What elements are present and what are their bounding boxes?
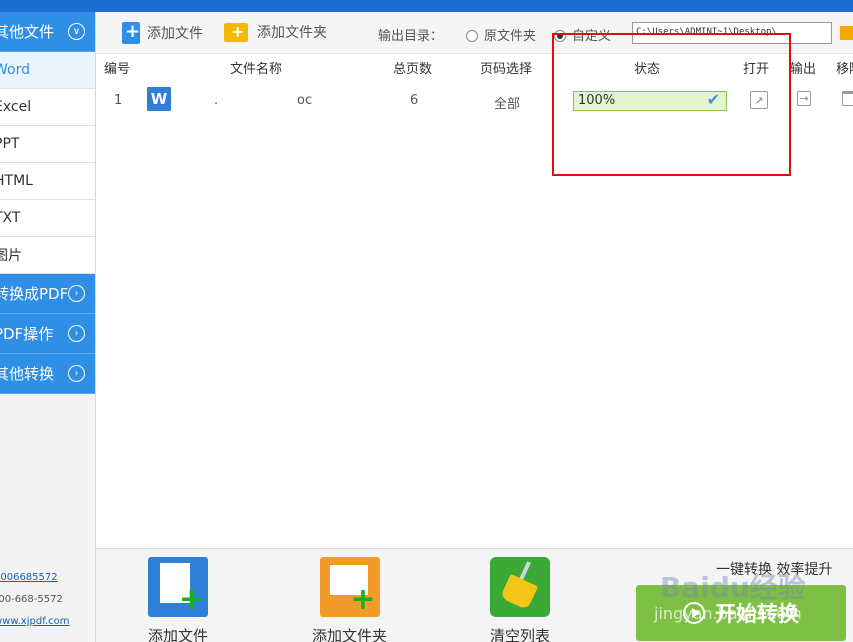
bottom-add-file-label: 添加文件 xyxy=(148,627,209,642)
sidebar-category-label: PDF操作 xyxy=(0,325,54,343)
radio-icon xyxy=(466,30,478,42)
toolbar-add-file-label: 添加文件 xyxy=(147,26,203,42)
watermark-logo: Baidu经验 xyxy=(660,571,806,604)
annotation-highlight-box xyxy=(552,33,791,176)
clear-list-button[interactable]: 清空列表 xyxy=(490,557,550,642)
contact-phone: 400-668-5572 xyxy=(0,594,63,605)
toolbar-add-folder-button[interactable]: 添加文件夹 xyxy=(224,22,327,42)
watermark-url: jingyan.baidu.com xyxy=(654,604,802,623)
chevron-down-icon: ∨ xyxy=(68,23,85,40)
sidebar-category-label: 其他文件 xyxy=(0,23,55,41)
bottom-add-folder-label: 添加文件夹 xyxy=(312,627,388,642)
chevron-right-icon: › xyxy=(68,285,85,302)
row-name-prefix: . xyxy=(214,93,219,108)
chevron-right-icon: › xyxy=(68,365,85,382)
clear-list-label: 清空列表 xyxy=(490,627,551,642)
sidebar-category-pdf-ops[interactable]: PDF操作 › xyxy=(0,314,95,354)
row-page-count: 6 xyxy=(410,93,419,108)
export-icon[interactable]: → xyxy=(797,91,811,106)
sidebar-item-label: Excel xyxy=(0,99,32,115)
row-page-range[interactable]: 全部 xyxy=(494,93,520,112)
sidebar-category-label: 其他转换 xyxy=(0,365,55,383)
sidebar-item-label: PPT xyxy=(0,136,20,152)
sidebar-category-other-files[interactable]: 其他文件 ∨ xyxy=(0,12,95,52)
chevron-right-icon: › xyxy=(68,325,85,342)
window-title-bar xyxy=(0,0,853,12)
sidebar-item-label: HTML xyxy=(0,173,33,189)
folder-browse-icon[interactable] xyxy=(840,26,853,40)
column-header-name: 文件名称 xyxy=(230,62,283,77)
sidebar-category-label: 转换成PDF xyxy=(0,285,69,303)
sidebar-item-label: TXT xyxy=(0,210,21,226)
column-header-range: 页码选择 xyxy=(480,62,533,77)
sidebar-item-excel[interactable]: Excel xyxy=(0,89,95,126)
column-header-remove: 移除 xyxy=(836,62,853,77)
sidebar-item-txt[interactable]: TXT xyxy=(0,200,95,237)
broom-icon xyxy=(490,557,550,617)
sidebar-item-ppt[interactable]: PPT xyxy=(0,126,95,163)
toolbar-add-folder-label: 添加文件夹 xyxy=(257,25,327,41)
radio-original-label: 原文件夹 xyxy=(484,29,537,44)
toolbar-add-file-button[interactable]: 添加文件 xyxy=(122,21,203,44)
sidebar-item-word[interactable]: Word xyxy=(0,52,95,89)
add-file-large-icon: + xyxy=(148,557,208,617)
row-index: 1 xyxy=(114,93,123,108)
contact-phone-link[interactable]: 4006685572 xyxy=(0,572,58,583)
sidebar: 其他文件 ∨ Word Excel PPT HTML TXT 图片 转换成PDF… xyxy=(0,12,96,642)
row-file-name: oc xyxy=(297,93,313,108)
word-file-icon: W xyxy=(147,87,171,111)
sidebar-item-image[interactable]: 图片 xyxy=(0,237,95,274)
column-header-index: 编号 xyxy=(104,62,131,77)
sidebar-item-label: 图片 xyxy=(0,248,22,264)
trash-icon[interactable] xyxy=(842,91,853,106)
add-folder-large-icon: + xyxy=(319,557,380,617)
column-header-pages: 总页数 xyxy=(393,62,433,77)
contact-website-link[interactable]: www.xjpdf.com xyxy=(0,616,70,627)
sidebar-item-label: Word xyxy=(0,62,30,78)
bottom-add-file-button[interactable]: + 添加文件 xyxy=(148,557,208,642)
sidebar-category-to-pdf[interactable]: 转换成PDF › xyxy=(0,274,95,314)
output-dir-label: 输出目录： xyxy=(378,29,444,44)
bottom-add-folder-button[interactable]: + 添加文件夹 xyxy=(312,557,387,642)
radio-original-folder[interactable]: 原文件夹 xyxy=(466,25,536,44)
sidebar-category-other-convert[interactable]: 其他转换 › xyxy=(0,354,95,394)
sidebar-item-html[interactable]: HTML xyxy=(0,163,95,200)
add-file-icon xyxy=(122,21,140,44)
add-folder-icon xyxy=(224,22,248,42)
column-header-export: 输出 xyxy=(790,62,817,77)
